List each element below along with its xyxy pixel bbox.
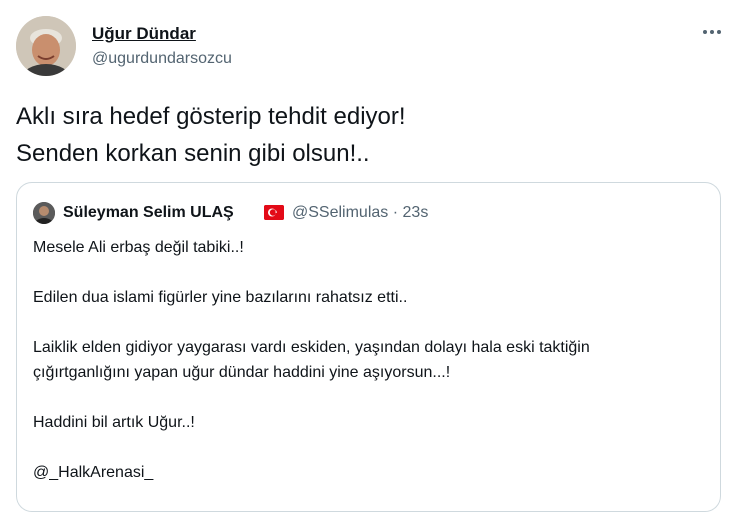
quoted-line: Haddini bil artık Uğur..! — [33, 414, 195, 431]
quoted-author-avatar[interactable] — [33, 202, 55, 224]
quoted-line: Mesele Ali erbaş değil tabiki..! — [33, 239, 244, 256]
quoted-author-handle[interactable]: @SSelimulas — [292, 204, 388, 221]
meta-separator: · — [392, 204, 399, 221]
more-horizontal-icon-dot — [717, 30, 721, 34]
quoted-tweet-body: Mesele Ali erbaş değil tabiki..! Edilen … — [33, 235, 703, 485]
quoted-line: Edilen dua islami figürler yine bazıları… — [33, 289, 408, 306]
author-handle[interactable]: @ugurdundarsozcu — [92, 50, 232, 68]
quoted-tweet[interactable]: Süleyman Selim ULAŞ @SSelimulas · 23s Me… — [16, 182, 721, 512]
turkey-flag-icon — [264, 205, 284, 220]
quoted-line: çığırtganlığını yapan uğur dündar haddin… — [33, 364, 451, 381]
quoted-meta: @SSelimulas · 23s — [292, 204, 428, 222]
author-name[interactable]: Uğur Dündar — [92, 24, 196, 44]
more-options-button[interactable] — [698, 20, 726, 44]
author-avatar[interactable] — [16, 16, 76, 76]
tweet-text: Aklı sıra hedef gösterip tehdit ediyor! … — [16, 103, 406, 167]
quoted-author-name[interactable]: Süleyman Selim ULAŞ — [63, 204, 234, 222]
more-horizontal-icon — [703, 30, 707, 34]
more-horizontal-icon-dot — [710, 30, 714, 34]
quoted-timestamp[interactable]: 23s — [403, 204, 429, 221]
quoted-line: Laiklik elden gidiyor yaygarası vardı es… — [33, 339, 590, 356]
quoted-mention[interactable]: @_HalkArenasi_ — [33, 460, 703, 485]
